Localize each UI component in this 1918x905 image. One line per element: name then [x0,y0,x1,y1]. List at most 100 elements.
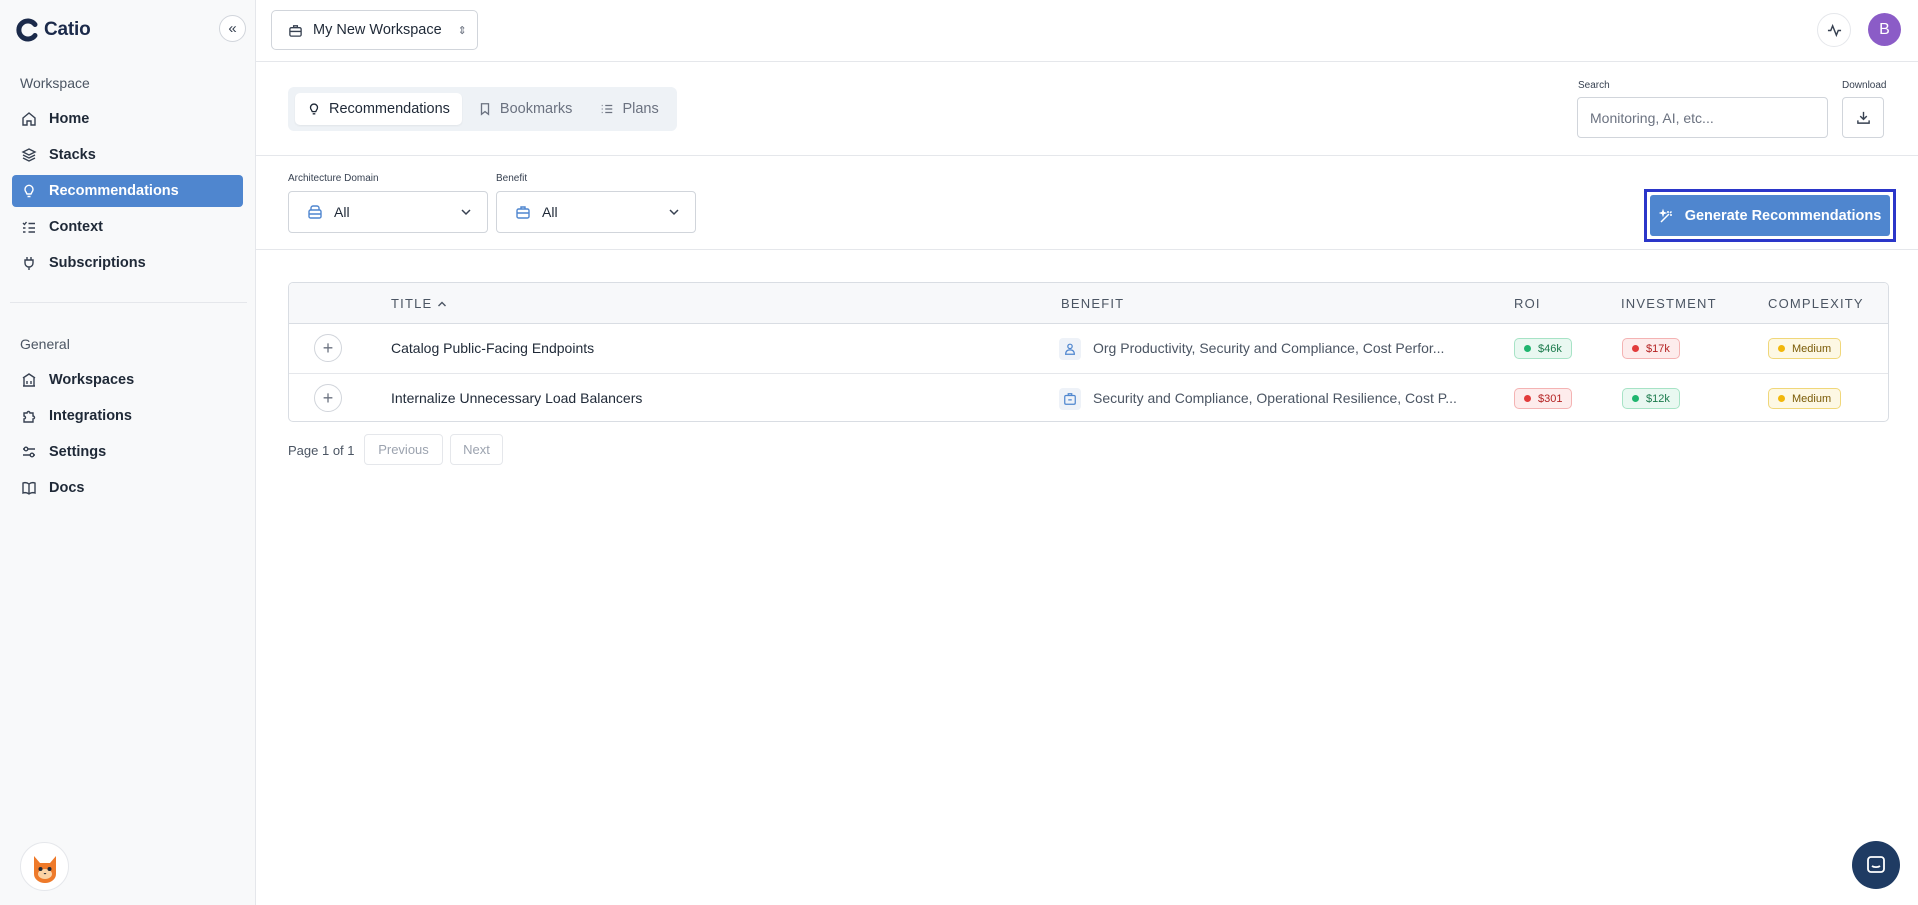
architecture-domain-label: Architecture Domain [288,173,379,184]
roi-value: $46k [1538,342,1562,355]
catio-logo-icon [16,18,38,42]
investment-badge: $12k [1622,388,1680,409]
sidebar-item-settings[interactable]: Settings [12,436,243,468]
tab-bookmarks[interactable]: Bookmarks [466,93,585,125]
table-row[interactable]: + Internalize Unnecessary Load Balancers… [289,373,1888,421]
activity-button[interactable] [1817,13,1851,47]
workspace-section-label: Workspace [20,75,90,91]
sidebar-item-label: Docs [49,480,85,496]
activity-icon [1827,23,1841,37]
complexity-badge: Medium [1768,388,1842,409]
download-label: Download [1842,80,1887,91]
sidebar-item-integrations[interactable]: Integrations [12,400,243,432]
roi-badge: $301 [1514,388,1573,409]
sidebar-item-recommendations[interactable]: Recommendations [12,175,243,207]
tab-label: Bookmarks [499,101,573,117]
generate-recommendations-button[interactable]: Generate Recommendations [1650,195,1890,236]
search-input[interactable] [1577,97,1828,138]
briefcase-icon [289,24,302,37]
users-icon [1065,343,1075,355]
row-title: Internalize Unnecessary Load Balancers [391,390,643,406]
benefit-value: All [542,204,558,220]
sidebar-item-docs[interactable]: Docs [12,472,243,504]
sidebar-item-stacks[interactable]: Stacks [12,139,243,171]
chat-icon [1867,856,1885,873]
download-icon [1856,111,1870,124]
table-row[interactable]: + Catalog Public-Facing Endpoints Org Pr… [289,324,1888,373]
row-benefit: Security and Compliance, Operational Res… [1093,390,1457,406]
chevrons-up-down-icon: ⇕ [457,24,467,37]
book-icon [22,482,36,495]
plug-icon [24,257,34,270]
chevron-down-icon [669,209,679,216]
sort-ascending-icon [438,301,447,306]
magic-wand-icon [1658,208,1672,223]
lightbulb-icon [24,184,34,198]
benefit-icon [1059,338,1081,360]
column-roi[interactable]: ROI [1514,296,1541,311]
top-bar: My New Workspace ⇕ B [256,0,1918,62]
status-dot [1778,395,1785,402]
column-investment[interactable]: INVESTMENT [1621,296,1717,311]
briefcase-icon [516,206,530,219]
filter-bar: Architecture Domain All Benefit All Gene… [256,156,1918,250]
tab-label: Recommendations [329,101,450,117]
list-check-icon [22,221,35,233]
status-dot [1524,345,1531,352]
sidebar: Catio « Workspace Home Stacks Recommenda… [0,0,256,905]
shield-badge-icon [1064,393,1076,405]
next-page-button[interactable]: Next [450,434,503,465]
column-complexity[interactable]: COMPLEXITY [1768,296,1864,311]
tab-recommendations[interactable]: Recommendations [295,93,462,125]
app-name: Catio [44,19,91,40]
sidebar-item-label: Stacks [49,147,96,163]
architecture-domain-select[interactable]: All [288,191,488,233]
plus-icon: + [322,337,334,358]
roi-value: $301 [1538,392,1563,405]
sidebar-item-context[interactable]: Context [12,211,243,243]
tab-plans[interactable]: Plans [588,93,670,125]
investment-value: $12k [1646,392,1670,405]
pagination-info: Page 1 of 1 [288,443,355,458]
sidebar-item-workspaces[interactable]: Workspaces [12,364,243,396]
complexity-badge: Medium [1768,338,1842,359]
status-dot [1778,345,1785,352]
architecture-domain-value: All [334,204,350,220]
generate-recommendations-focus-outline: Generate Recommendations [1644,189,1896,242]
collapse-sidebar-button[interactable]: « [219,15,246,42]
sidebar-item-home[interactable]: Home [12,103,243,135]
download-button[interactable] [1842,97,1884,138]
previous-page-button[interactable]: Previous [364,434,443,465]
complexity-value: Medium [1792,392,1832,405]
home-icon [22,112,36,126]
column-benefit[interactable]: BENEFIT [1061,296,1124,311]
mascot-avatar[interactable] [20,842,69,891]
investment-value: $17k [1646,342,1670,355]
lightbulb-icon [309,103,319,115]
row-benefit: Org Productivity, Security and Complianc… [1093,340,1445,356]
logo[interactable]: Catio [16,18,91,42]
sidebar-divider [10,302,247,303]
table-header: TITLE BENEFIT ROI INVESTMENT COMPLEXITY [289,283,1888,324]
recommendations-table: TITLE BENEFIT ROI INVESTMENT COMPLEXITY … [288,282,1889,422]
cat-mascot-icon [33,855,56,883]
support-chat-button[interactable] [1852,841,1900,889]
sidebar-item-label: Home [49,111,90,127]
workspace-selector[interactable]: My New Workspace ⇕ [271,10,478,50]
list-icon [602,104,613,114]
plus-icon: + [322,387,334,408]
sidebar-item-label: Context [49,219,103,235]
chevrons-left-icon: « [228,20,237,37]
sidebar-item-label: Settings [49,444,107,460]
search-label: Search [1578,80,1610,91]
user-avatar[interactable]: B [1868,13,1901,46]
sidebar-item-subscriptions[interactable]: Subscriptions [12,247,243,279]
status-dot [1632,345,1639,352]
status-dot [1632,395,1639,402]
expand-row-button[interactable]: + [314,334,342,362]
expand-row-button[interactable]: + [314,384,342,412]
column-title[interactable]: TITLE [391,296,448,311]
general-section-label: General [20,336,70,352]
benefit-select[interactable]: All [496,191,696,233]
chevron-down-icon [461,209,471,216]
